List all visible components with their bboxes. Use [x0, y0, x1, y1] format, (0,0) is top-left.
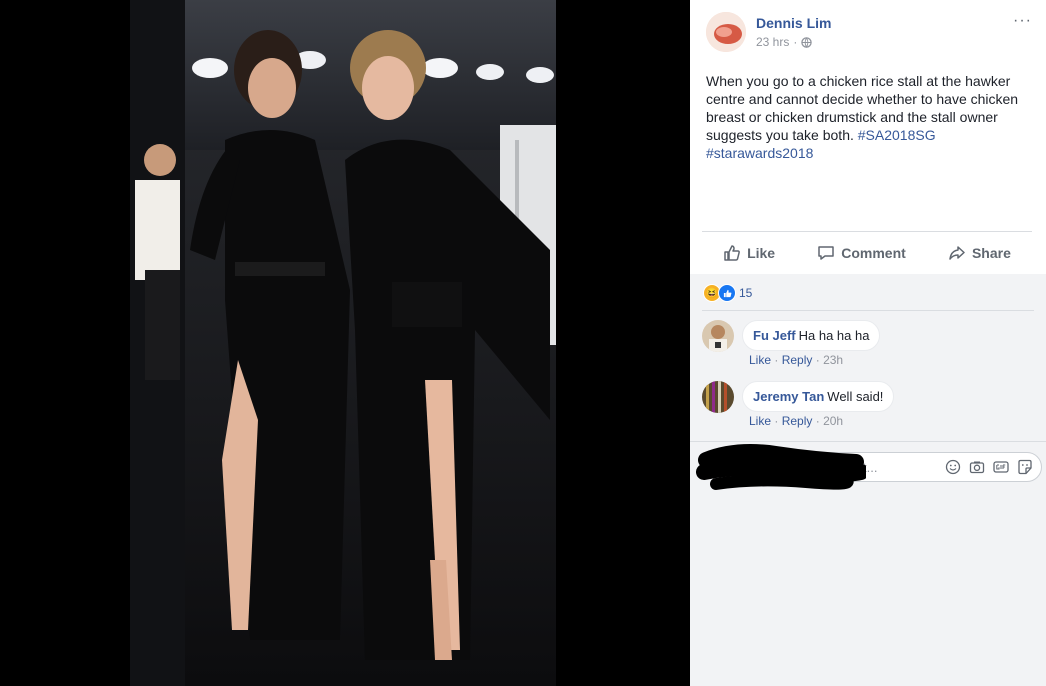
- globe-icon[interactable]: [801, 36, 813, 48]
- reactions-summary[interactable]: 😆 15: [703, 284, 752, 302]
- post-photo[interactable]: [130, 0, 556, 686]
- hashtag-link[interactable]: #starawards2018: [706, 145, 813, 161]
- comment-button[interactable]: Comment: [817, 244, 906, 262]
- comment-bubble: Jeremy Tan Well said!: [742, 381, 895, 412]
- commenter-name[interactable]: Jeremy Tan: [753, 389, 824, 404]
- separator: ·: [774, 414, 779, 428]
- share-icon: [949, 246, 965, 260]
- comments-section: 😆 15 Fu Jeff Ha ha ha ha Like · Reply · …: [690, 274, 1046, 686]
- separator: ·: [815, 414, 820, 428]
- comment-actions: Like · Reply · 20h: [749, 414, 843, 428]
- comment-text: Well said!: [827, 389, 884, 404]
- hashtag-link[interactable]: #SA2018SG: [858, 127, 936, 143]
- author-avatar[interactable]: [706, 12, 746, 52]
- commenter-name[interactable]: Fu Jeff: [753, 328, 796, 343]
- comment-bubble: Fu Jeff Ha ha ha ha: [742, 320, 881, 351]
- sticker-icon[interactable]: [1017, 459, 1033, 475]
- like-icon: [718, 284, 736, 302]
- comment-reply-link[interactable]: Reply: [782, 353, 813, 367]
- comment-like-link[interactable]: Like: [749, 353, 771, 367]
- comment-actions: Like · Reply · 23h: [749, 353, 843, 367]
- commenter-avatar[interactable]: [702, 381, 734, 413]
- like-button[interactable]: Like: [723, 244, 775, 262]
- post-time[interactable]: 23 hrs: [756, 35, 789, 49]
- composer-icons: [945, 459, 1033, 475]
- post-side-panel: Dennis Lim 23 hrs · ··· When you go to a…: [690, 0, 1046, 686]
- share-label: Share: [971, 245, 1011, 261]
- meta-separator: ·: [793, 35, 798, 49]
- comment-icon: [818, 246, 834, 260]
- separator: ·: [815, 353, 820, 367]
- gif-icon[interactable]: [993, 459, 1009, 475]
- comment-text: Ha ha ha ha: [798, 328, 870, 343]
- share-button[interactable]: Share: [948, 244, 1011, 262]
- comment-composer: t...: [690, 441, 1046, 492]
- comment-time[interactable]: 20h: [823, 414, 843, 428]
- author-name[interactable]: Dennis Lim: [756, 15, 831, 31]
- post-actions: Like Comment Share: [702, 231, 1032, 275]
- comment-label: Comment: [841, 245, 906, 261]
- comment-reply-link[interactable]: Reply: [782, 414, 813, 428]
- camera-icon[interactable]: [969, 459, 985, 475]
- post-body: When you go to a chicken rice stall at t…: [706, 72, 1036, 162]
- reaction-count[interactable]: 15: [739, 286, 752, 300]
- divider: [702, 310, 1034, 311]
- commenter-avatar[interactable]: [702, 320, 734, 352]
- post-photo-viewer[interactable]: [0, 0, 690, 686]
- emoji-icon[interactable]: [945, 459, 961, 475]
- redaction-scribble: [696, 444, 866, 490]
- thumbs-up-icon: [724, 245, 740, 261]
- separator: ·: [774, 353, 779, 367]
- avatar-image: [706, 12, 746, 52]
- post-meta: 23 hrs ·: [756, 35, 813, 49]
- comment-like-link[interactable]: Like: [749, 414, 771, 428]
- comment-time[interactable]: 23h: [823, 353, 843, 367]
- like-label: Like: [747, 245, 776, 261]
- more-options-icon[interactable]: ···: [1013, 12, 1032, 30]
